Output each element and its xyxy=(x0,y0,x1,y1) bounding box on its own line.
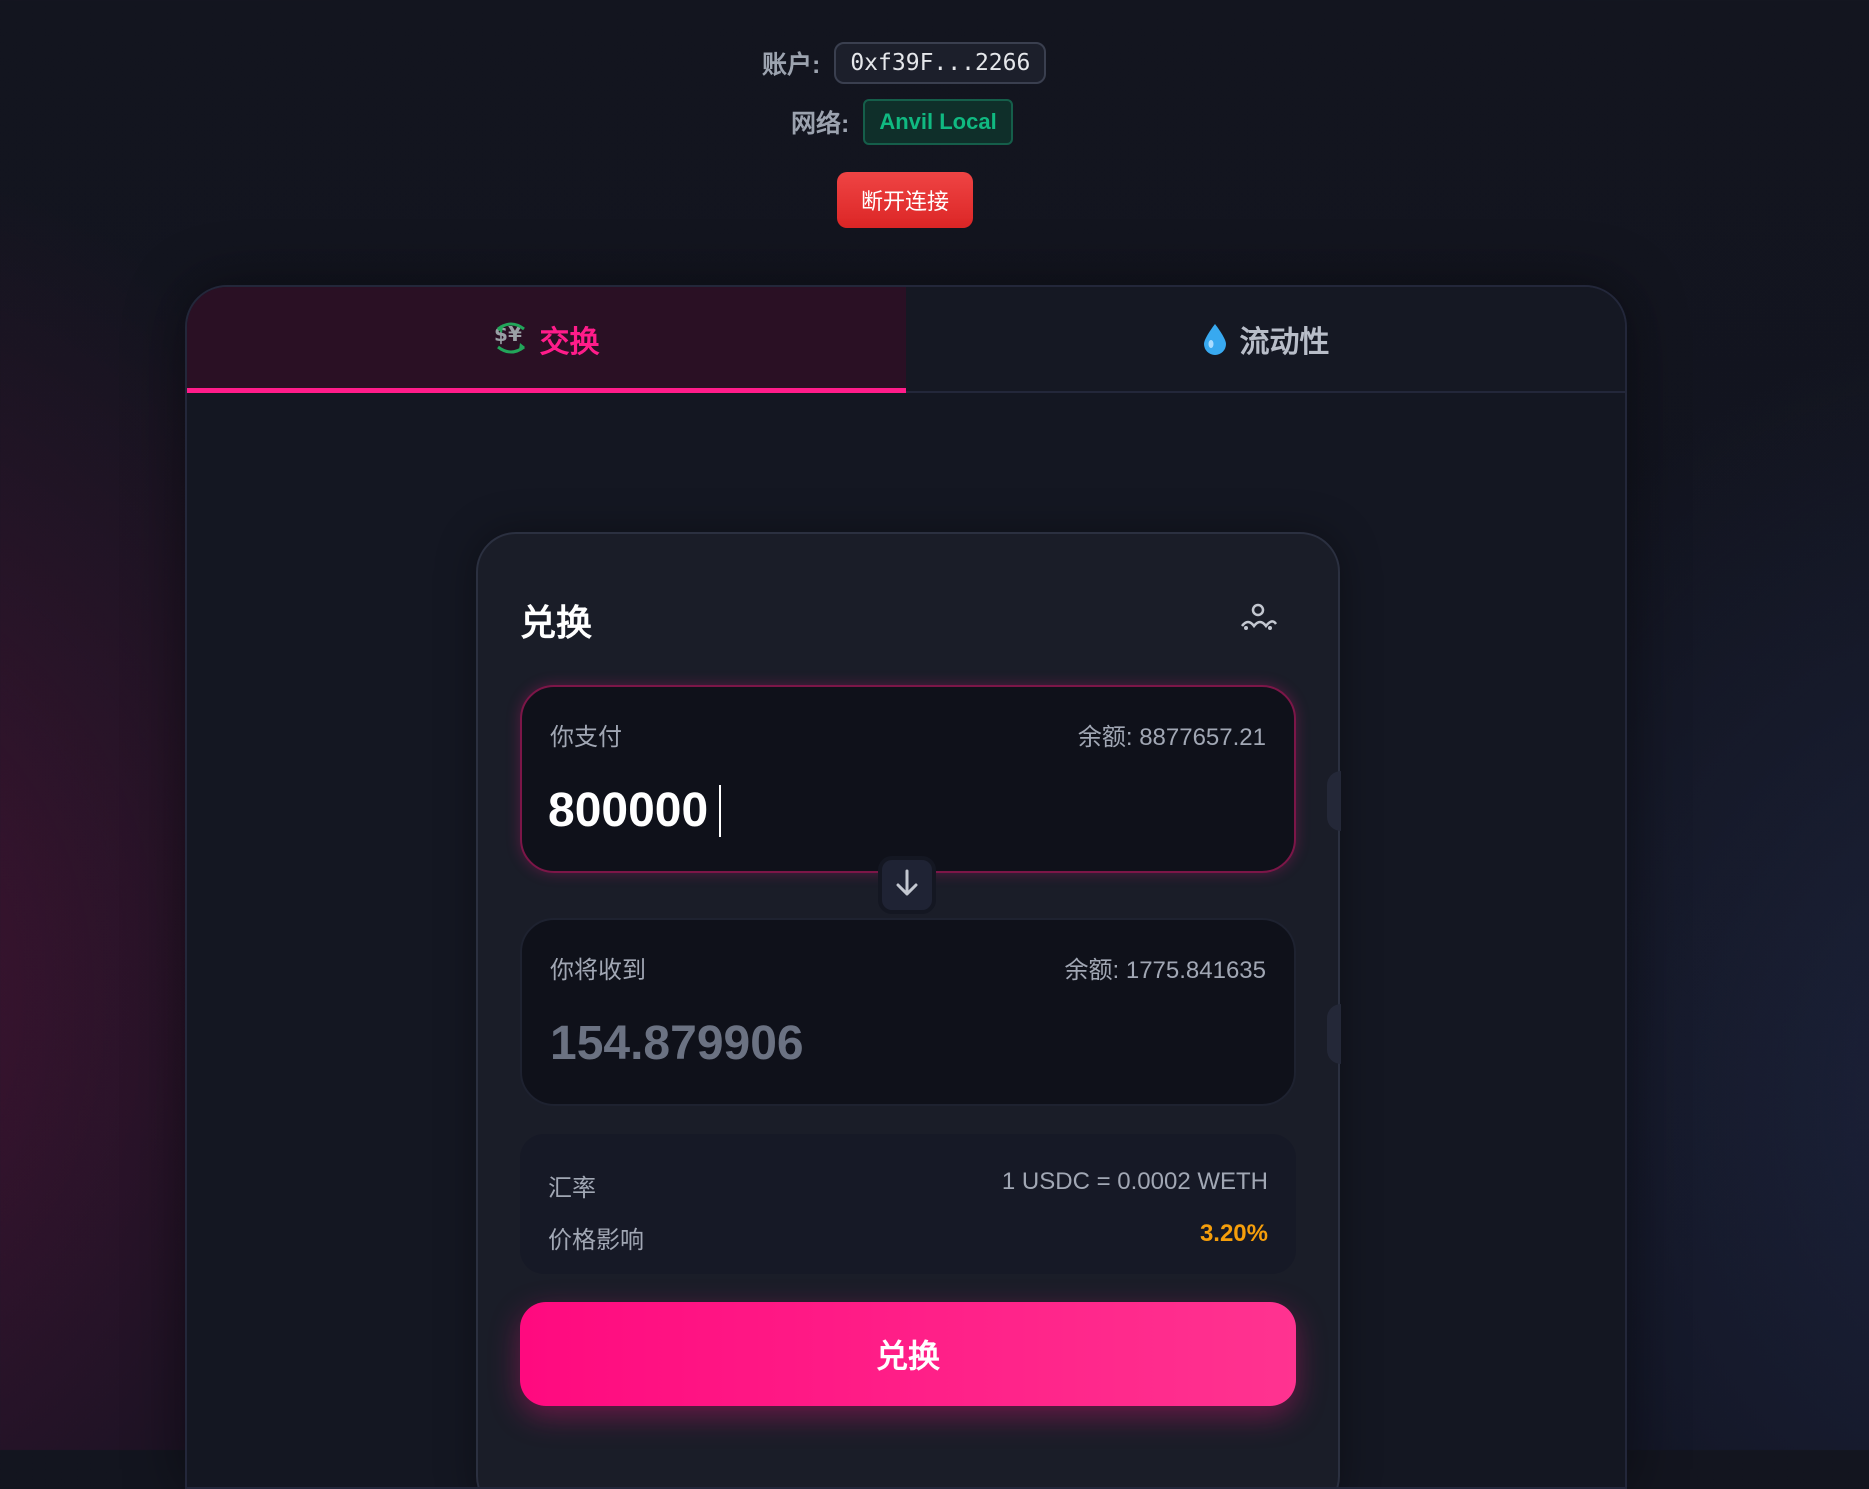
price-impact-row: 价格影响 3.20% xyxy=(548,1220,1268,1255)
receive-amount: 154.879906 xyxy=(550,1017,804,1070)
pay-label: 你支付 xyxy=(550,724,622,751)
arrow-down-icon xyxy=(895,868,919,903)
currency-exchange-icon: $ ¥ xyxy=(494,321,528,357)
tab-liquidity[interactable]: 流动性 xyxy=(906,287,1625,391)
droplet-icon xyxy=(1202,322,1228,356)
pay-token-selector[interactable] xyxy=(1327,771,1341,831)
receive-token-selector[interactable] xyxy=(1327,1004,1341,1064)
swap-card: 兑换 你支付 余额: 8877657.21 800000 你将收到 余额: 17… xyxy=(476,532,1341,1487)
text-caret xyxy=(719,785,721,837)
main-panel: $ ¥ 交换 流动性 兑换 你支付 余额: 8877657.21 800000 … xyxy=(185,285,1627,1489)
tab-swap[interactable]: $ ¥ 交换 xyxy=(187,287,906,393)
account-address: 0xf39F...2266 xyxy=(834,42,1047,84)
swap-info-box: 汇率 1 USDC = 0.0002 WETH 价格影响 3.20% xyxy=(520,1134,1296,1274)
network-label: 网络: xyxy=(791,110,850,138)
receive-balance: 余额: 1775.841635 xyxy=(1064,957,1266,984)
wallet-header: 账户: 0xf39F...2266 网络: Anvil Local 断开连接 xyxy=(0,0,1869,240)
active-tab-indicator xyxy=(187,388,906,393)
network-badge: Anvil Local xyxy=(863,99,1013,145)
disconnect-button[interactable]: 断开连接 xyxy=(837,172,973,228)
swap-card-title: 兑换 xyxy=(520,602,593,643)
pay-box: 你支付 余额: 8877657.21 xyxy=(520,685,1296,873)
network-row: 网络: Anvil Local xyxy=(791,99,1013,145)
tab-liquidity-label: 流动性 xyxy=(1239,326,1330,359)
pay-amount-input[interactable] xyxy=(548,775,1248,845)
rate-row: 汇率 1 USDC = 0.0002 WETH xyxy=(548,1168,1268,1203)
receive-box: 你将收到 余额: 1775.841635 154.879906 xyxy=(520,918,1296,1106)
price-impact-label: 价格影响 xyxy=(548,1227,644,1254)
receive-label: 你将收到 xyxy=(550,957,646,984)
pay-balance: 余额: 8877657.21 xyxy=(1077,724,1266,751)
account-label: 账户: xyxy=(762,51,821,79)
tab-bar: $ ¥ 交换 流动性 xyxy=(187,287,1625,393)
rate-value: 1 USDC = 0.0002 WETH xyxy=(1001,1168,1268,1195)
swap-submit-button[interactable]: 兑换 xyxy=(520,1302,1296,1406)
price-impact-value: 3.20% xyxy=(1199,1220,1268,1247)
tab-swap-label: 交换 xyxy=(539,326,600,359)
settings-sliders-icon[interactable] xyxy=(1238,602,1278,632)
flip-direction-button[interactable] xyxy=(878,856,936,914)
rate-label: 汇率 xyxy=(548,1175,596,1202)
account-row: 账户: 0xf39F...2266 xyxy=(762,42,1047,84)
